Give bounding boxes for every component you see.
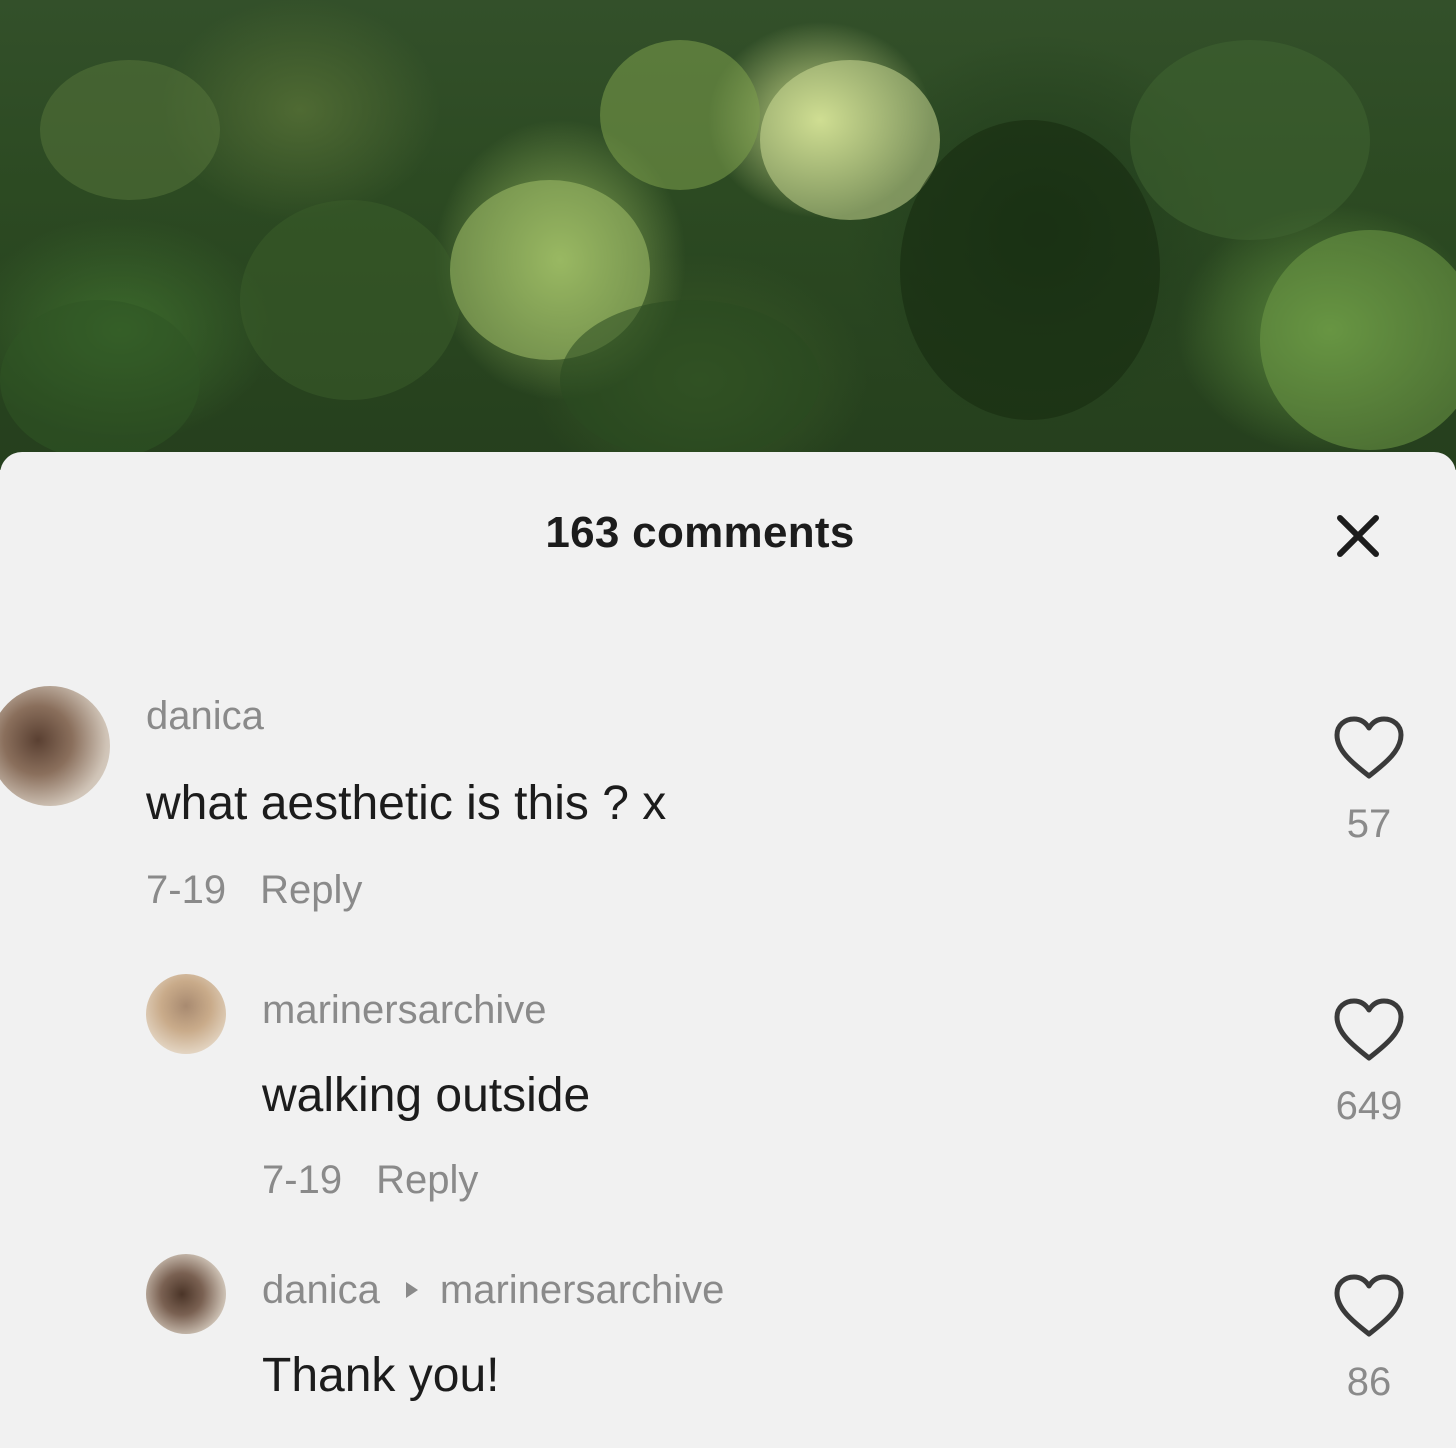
like-button[interactable]: 57 bbox=[1324, 714, 1414, 847]
comment-meta: 7-19 Reply bbox=[262, 1158, 478, 1203]
comment-date: 7-19 bbox=[262, 1158, 343, 1202]
heart-outline-icon bbox=[1334, 998, 1404, 1061]
like-count: 86 bbox=[1346, 1360, 1392, 1404]
like-button[interactable]: 649 bbox=[1324, 996, 1414, 1129]
like-count: 649 bbox=[1335, 1084, 1403, 1128]
reply-target[interactable]: marinersarchive bbox=[440, 1268, 725, 1312]
heart-outline-icon bbox=[1334, 1274, 1404, 1337]
comment-text: walking outside bbox=[262, 1069, 591, 1122]
like-count: 57 bbox=[1346, 802, 1392, 846]
comment-date: 7-19 bbox=[146, 868, 227, 912]
like-button[interactable]: 86 bbox=[1324, 1272, 1414, 1405]
reply-button[interactable]: Reply bbox=[260, 868, 362, 912]
avatar[interactable] bbox=[0, 686, 110, 806]
avatar[interactable] bbox=[146, 1254, 226, 1334]
close-button[interactable] bbox=[1330, 508, 1386, 564]
reply-arrow-icon bbox=[405, 1282, 418, 1299]
heart-outline-icon bbox=[1334, 716, 1404, 779]
avatar[interactable] bbox=[146, 974, 226, 1054]
close-icon bbox=[1337, 515, 1379, 557]
comment-meta: 7-19 Reply bbox=[146, 868, 362, 913]
comments-panel: 163 comments danica what aesthetic is th… bbox=[0, 452, 1456, 1448]
reply-button[interactable]: Reply bbox=[376, 1158, 478, 1202]
video-player[interactable] bbox=[0, 0, 1456, 470]
comment-username[interactable]: marinersarchive bbox=[262, 988, 547, 1033]
comment-username[interactable]: danica marinersarchive bbox=[262, 1268, 724, 1313]
comment-text: what aesthetic is this ? x bbox=[146, 777, 667, 830]
reply-author[interactable]: danica bbox=[262, 1268, 380, 1312]
comment-text: Thank you! bbox=[262, 1349, 500, 1402]
comment-username[interactable]: danica bbox=[146, 694, 264, 739]
comments-count-title: 163 comments bbox=[545, 508, 855, 557]
tiktok-video-screen: 163 comments danica what aesthetic is th… bbox=[0, 0, 1456, 1448]
